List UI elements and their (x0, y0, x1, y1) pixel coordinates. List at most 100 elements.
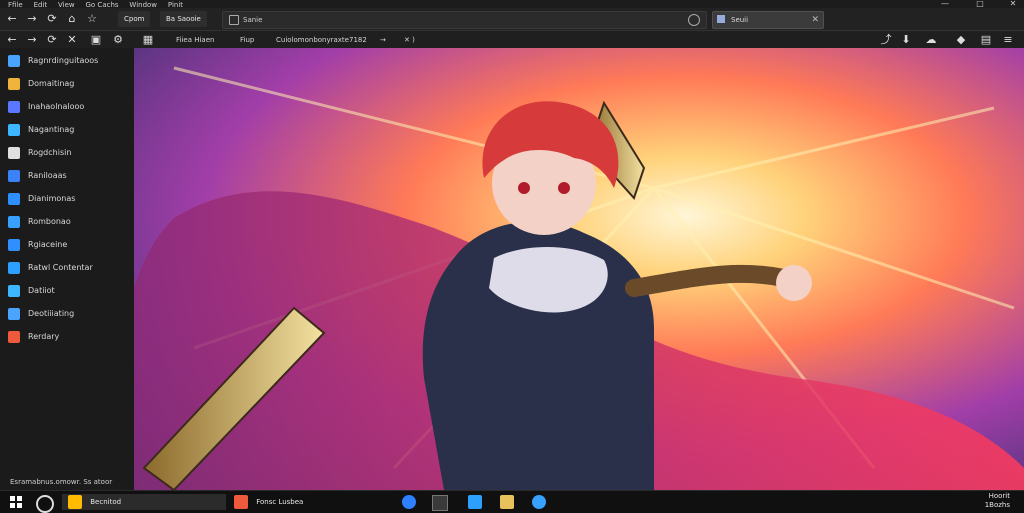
browser-icon (68, 495, 82, 509)
minimize-button[interactable]: — (930, 0, 960, 8)
refresh-icon[interactable]: ⟳ (46, 13, 58, 25)
edge-icon (8, 216, 20, 228)
cloud-icon[interactable]: ☁ (925, 34, 937, 46)
sidebar-item[interactable]: Deotiiiating (8, 308, 132, 322)
page-icon (229, 15, 239, 25)
sidebar-item[interactable]: Rombonao (8, 216, 132, 230)
sidebar-item[interactable]: Nagantinag (8, 124, 132, 138)
sidebar-item-label: Inahaolnalooo (28, 102, 85, 111)
search-taskbar-icon[interactable] (36, 495, 54, 513)
sidebar-item[interactable]: Inahaolnalooo (8, 101, 132, 115)
reload-icon[interactable] (688, 14, 700, 26)
search-box[interactable]: Seuii ✕ (712, 11, 824, 29)
address-text: Sanie (243, 16, 263, 24)
nav-refresh-icon[interactable]: ⟳ (46, 34, 58, 46)
back-icon[interactable]: ← (6, 13, 18, 25)
tile-icon (8, 170, 20, 182)
sidebar-item-label: Dianimonas (28, 194, 76, 203)
address-bar[interactable]: Sanie (222, 11, 707, 29)
toolbar2-item-1[interactable]: Fiiea Hiaen (176, 34, 214, 46)
taskbar-item-editor-label: Fonsc Lusbea (256, 498, 304, 506)
close-button[interactable]: ✕ (998, 0, 1024, 8)
graph-icon (8, 239, 20, 251)
folder-icon (8, 101, 20, 113)
taskbar-item-editor[interactable]: Fonsc Lusbea (228, 494, 394, 510)
sidebar-item-label: Nagantinag (28, 125, 75, 134)
sidebar-item[interactable]: Rgiaceine (8, 239, 132, 253)
forward-icon[interactable]: → (26, 13, 38, 25)
nav-stop-icon[interactable]: ✕ (66, 34, 78, 46)
notes-icon[interactable]: ▤ (980, 34, 992, 46)
share-icon[interactable]: ⤴ (880, 34, 892, 46)
maximize-button[interactable]: □ (965, 0, 995, 8)
clock-time: Hoorit (988, 492, 1010, 500)
image-viewport (134, 48, 1024, 490)
view-toggle-icon[interactable]: ▦ (142, 34, 154, 46)
doc-icon (8, 308, 20, 320)
tile-icon (8, 331, 20, 343)
extensions-icon[interactable]: ◆ (955, 34, 967, 46)
sidebar-item[interactable]: Raniloaas (8, 170, 132, 184)
sidebar-item[interactable]: Datiiot (8, 285, 132, 299)
toolbar2-item-2[interactable]: Fiup (240, 34, 254, 46)
secondary-toolbar: ← → ⟳ ✕ ▣ ⚙ ▦ Fiiea Hiaen Fiup Cuiolomon… (0, 31, 1024, 48)
box-icon (8, 262, 20, 274)
menu-icon[interactable]: ≡ (1002, 34, 1014, 46)
sidebar-item[interactable]: Rogdchisin (8, 147, 132, 161)
sidebar-item-label: Rerdary (28, 332, 60, 341)
sidebar-item-label: Rgiaceine (28, 240, 68, 249)
nav-forward-icon[interactable]: → (26, 34, 38, 46)
box-icon (8, 193, 20, 205)
eye-left (518, 182, 530, 194)
windows-start-icon[interactable] (10, 496, 22, 508)
sidebar-item[interactable]: Rerdary (8, 331, 132, 345)
pin-icon (8, 285, 20, 297)
status-text: Esramabnus.omowr. Ss atoor (10, 478, 113, 486)
app-taskbar-icon[interactable] (532, 495, 546, 509)
store-icon[interactable] (432, 495, 448, 511)
nav-settings-icon[interactable]: ⚙ (112, 34, 124, 46)
editor-icon (234, 495, 248, 509)
sidebar-item-label: Domaitinag (28, 79, 75, 88)
taskbar-item-browser[interactable]: Becnitod (62, 494, 226, 510)
bookmark-icon[interactable]: ☆ (86, 13, 98, 25)
tab-1[interactable]: Cpom (118, 11, 151, 27)
doc-icon (8, 55, 20, 67)
sidebar: Ragnrdinguitaoos Domaitinag Inahaolnalooo N… (0, 48, 135, 490)
nav-back-icon[interactable]: ← (6, 34, 18, 46)
sidebar-item-label: Deotiiiating (28, 309, 75, 318)
sidebar-item-label: Rombonao (28, 217, 71, 226)
toolbar2-item-3[interactable]: Cuiolomonbonyraxte7182 (276, 34, 367, 46)
sidebar-item-label: Ratwl Contentar (28, 263, 93, 272)
fist (776, 265, 812, 301)
nav-file-icon[interactable]: ▣ (90, 34, 102, 46)
edge-icon[interactable] (402, 495, 416, 509)
tab-2[interactable]: Ba Saooie (160, 11, 207, 27)
eye-right (558, 182, 570, 194)
download-icon[interactable]: ⬇ (900, 34, 912, 46)
menu-bar: Ffile Edit View Go Cachs Window Pinit — … (0, 0, 1024, 9)
sidebar-item-label: Rogdchisin (28, 148, 72, 157)
sidebar-item[interactable]: Ratwl Contentar (8, 262, 132, 276)
file-icon (8, 147, 20, 159)
toolbar2-item-4[interactable]: → (380, 34, 386, 46)
anime-hero-artwork (134, 48, 1024, 490)
taskbar-item-browser-label: Becnitod (90, 498, 122, 506)
app-icon (8, 78, 20, 90)
folder-taskbar-icon[interactable] (500, 495, 514, 509)
toolbar2-item-5[interactable]: ✕ ) (404, 34, 415, 46)
sidebar-item-label: Ragnrdinguitaoos (28, 56, 99, 65)
toolbar: ← → ⟳ ⌂ ☆ Cpom Ba Saooie Sanie Seuii ✕ (0, 8, 1024, 31)
chart-icon (8, 124, 20, 136)
sidebar-item-label: Datiiot (28, 286, 55, 295)
search-placeholder: Seuii (731, 16, 749, 24)
home-icon[interactable]: ⌂ (66, 13, 78, 25)
clear-search-icon[interactable]: ✕ (811, 12, 819, 28)
clock-date: 1Bozhs (984, 501, 1010, 509)
sidebar-item[interactable]: Dianimonas (8, 193, 132, 207)
sidebar-item[interactable]: Ragnrdinguitaoos (8, 55, 132, 69)
sidebar-item[interactable]: Domaitinag (8, 78, 132, 92)
clock[interactable]: Hoorit 1Bozhs (960, 492, 1010, 510)
mail-icon[interactable] (468, 495, 482, 509)
search-icon (717, 15, 725, 23)
